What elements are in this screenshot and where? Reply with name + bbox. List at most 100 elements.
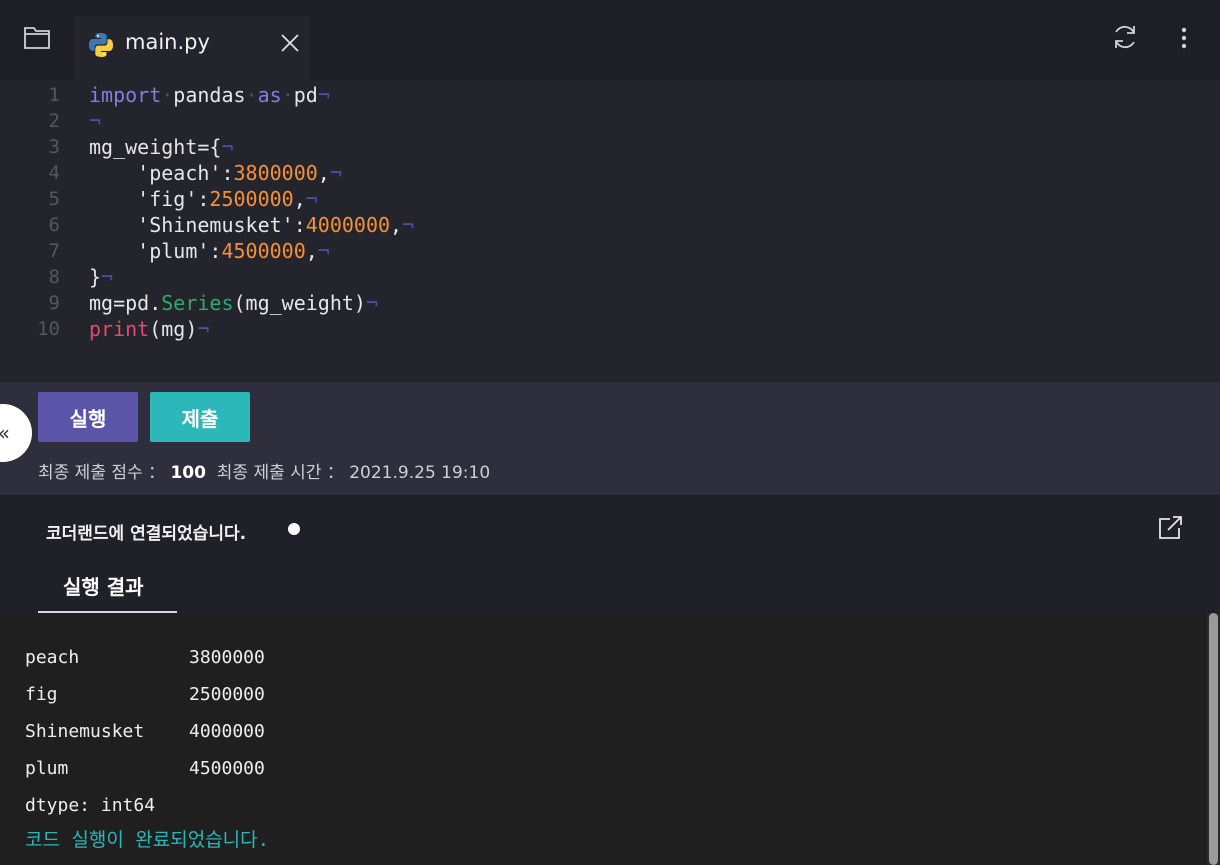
code-token: 2500000 [209,187,294,211]
line-number: 1 [48,84,60,106]
time-label: 최종 제출 시간 ： [205,463,350,483]
line-number: 4 [48,162,60,184]
code-token: , [390,213,403,237]
code-token: print [89,317,150,341]
code-token: 'plum': [89,239,222,263]
tab-main-py[interactable]: main.py [74,16,310,80]
code-token: ¬ [197,317,210,341]
code-token: · [281,83,294,107]
output-index: peach [25,647,80,668]
external-link-icon[interactable] [1156,514,1184,542]
code-text: 'plum':4500000,¬ [89,238,330,264]
line-number: 7 [48,240,60,262]
code-line[interactable]: 8}¬ [0,264,1220,290]
code-line[interactable]: 2 ¬ [0,108,1220,134]
code-token: ¬ [101,265,114,289]
code-token: as [257,83,282,107]
action-panel: 실행 제출 최종 제출 점수 ： 100 최종 제출 시간 ： 2021.9.2… [0,382,1220,495]
time-value: 2021.9.25 19:10 [349,463,491,483]
code-token: 'peach': [89,161,234,185]
code-token: (mg) [149,317,198,341]
code-text: ¬ [89,108,101,134]
code-text: 'Shinemusket':4000000,¬ [89,212,414,238]
line-number: 8 [48,266,60,288]
output-value: 4500000 [189,758,265,779]
score-info: 최종 제출 점수 ： 100 최종 제출 시간 ： 2021.9.25 19:1… [38,458,490,483]
code-line[interactable]: 4 'peach':3800000,¬ [0,160,1220,186]
close-icon[interactable] [279,32,301,54]
output-value: 2500000 [189,684,265,705]
code-text: mg_weight={¬ [89,134,234,160]
result-header: 코더랜드에 연결되었습니다. 실행 결과 [0,495,1220,613]
score-value: 100 [170,463,206,483]
code-token: pd [293,83,318,107]
line-number: 2 [48,110,60,132]
code-line[interactable]: 7 'plum':4500000,¬ [0,238,1220,264]
code-line[interactable]: 10 print(mg)¬ [0,316,1220,342]
code-line[interactable]: 9 mg=pd.Series(mg_weight)¬ [0,290,1220,316]
code-token: ¬ [221,135,234,159]
code-token: , [293,187,306,211]
collapse-icon: « [0,421,10,445]
code-editor[interactable]: 1 import·pandas·as·pd¬ 2 ¬ 3 mg_weight={¬ 4 'p… [0,80,1220,382]
output-index: fig [25,684,58,705]
code-line[interactable]: 5 'fig':2500000,¬ [0,186,1220,212]
connection-status: 코더랜드에 연결되었습니다. [46,524,247,544]
code-line[interactable]: 1 import·pandas·as·pd¬ [0,82,1220,108]
tab-execution-result[interactable]: 실행 결과 [38,555,177,613]
code-text: 'fig':2500000,¬ [89,186,318,212]
output-scrollbar[interactable] [1207,613,1220,865]
run-button[interactable]: 실행 [38,392,138,442]
code-token: · [161,83,174,107]
code-text: }¬ [89,264,113,290]
code-token: import [89,83,162,107]
output-console: 코드 실행이 완료되었습니다. peach 3800000 fig 2500000 Sh… [0,613,1220,865]
line-number: 5 [48,188,60,210]
code-token: , [305,239,318,263]
output-index: plum [25,758,69,779]
code-token: } [89,265,102,289]
code-line[interactable]: 6 'Shinemusket':4000000,¬ [0,212,1220,238]
code-token: ¬ [317,239,330,263]
line-number: 10 [37,318,60,340]
code-token: pandas [173,83,246,107]
code-token: 4500000 [221,239,306,263]
line-number: 3 [48,136,60,158]
code-token: 3800000 [233,161,318,185]
output-index: Shinemusket [25,721,145,742]
code-token: · [245,83,258,107]
code-token: 'fig': [89,187,210,211]
scrollbar-thumb[interactable] [1209,613,1218,865]
output-dtype: dtype: int64 [25,795,156,816]
code-token: mg_weight={ [89,135,222,159]
line-number: 9 [48,292,60,314]
submit-button[interactable]: 제출 [150,392,250,442]
code-token: ¬ [365,291,378,315]
output-value: 4000000 [189,721,265,742]
line-number: 6 [48,214,60,236]
code-token: Series [161,291,234,315]
code-token: , [317,161,330,185]
code-text: 'peach':3800000,¬ [89,160,342,186]
connection-indicator [288,523,300,535]
kebab-menu-icon[interactable] [1172,24,1196,52]
top-bar: main.py [0,0,1220,80]
code-token: ¬ [89,109,102,133]
code-text: import·pandas·as·pd¬ [89,82,330,108]
code-token: ¬ [317,83,330,107]
code-token: 'Shinemusket': [89,213,306,237]
refresh-icon[interactable] [1110,22,1140,52]
output-value: 3800000 [189,647,265,668]
python-icon [89,33,113,57]
code-line[interactable]: 3 mg_weight={¬ [0,134,1220,160]
code-token: (mg_weight) [233,291,366,315]
folder-icon[interactable] [22,22,52,52]
code-token: ¬ [305,187,318,211]
result-tab-label: 실행 결과 [63,575,144,599]
code-text: mg=pd.Series(mg_weight)¬ [89,290,378,316]
score-label: 최종 제출 점수 ： [38,463,171,483]
code-token: ¬ [329,161,342,185]
tab-label: main.py [125,30,210,54]
code-text: print(mg)¬ [89,316,209,342]
code-token: ¬ [402,213,415,237]
